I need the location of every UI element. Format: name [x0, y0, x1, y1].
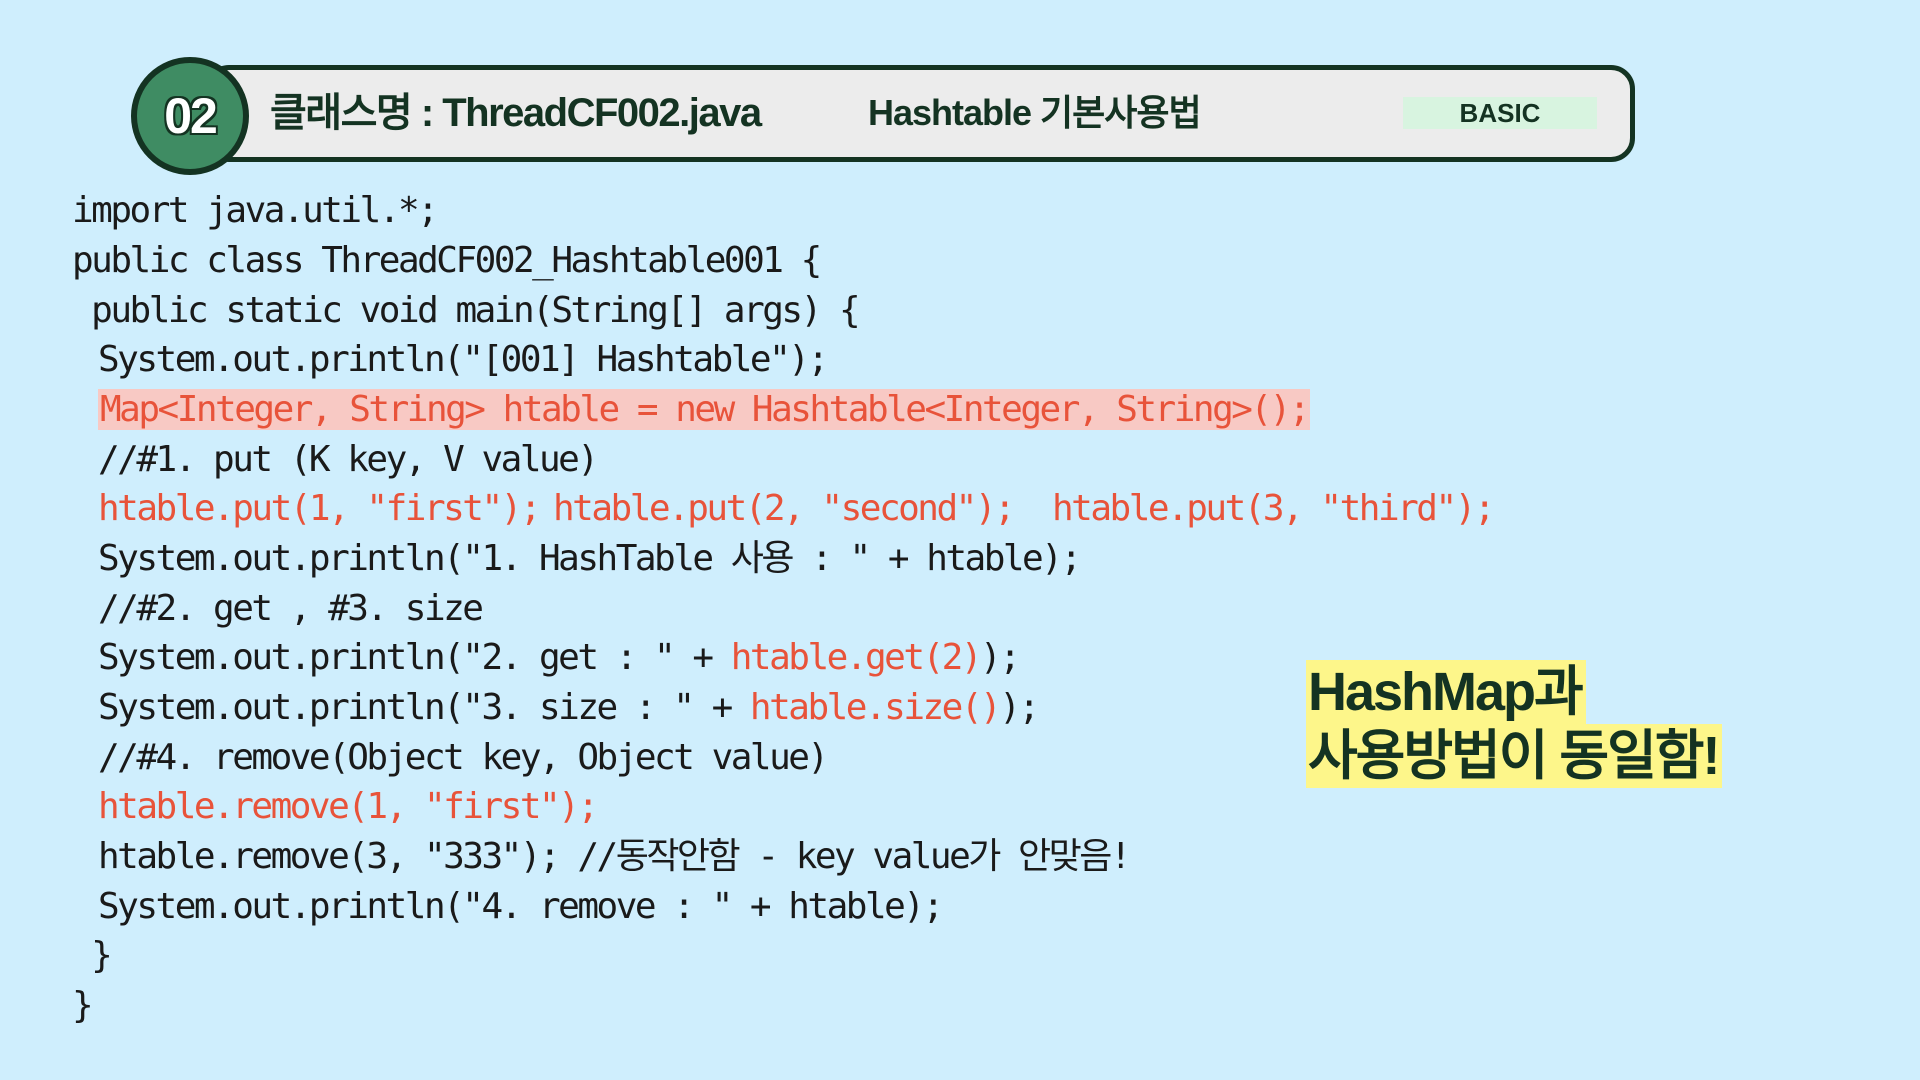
code-line-highlighted: htable.put(3, "third"); — [1052, 488, 1496, 529]
code-line: System.out.println("2. get : " + htable.… — [98, 635, 1021, 681]
code-line: System.out.println("1. HashTable 사용 : " … — [98, 538, 1082, 579]
code-segment: ); — [980, 637, 1021, 678]
code-segment: ); — [999, 687, 1040, 728]
code-line: } — [72, 935, 113, 976]
code-comment: //#2. get , #3. size — [98, 588, 484, 629]
code-line: htable.remove(3, "333"); //동작안함 - key va… — [98, 836, 1132, 877]
code-comment: //#4. remove(Object key, Object value) — [98, 737, 829, 778]
highlighted-code: Map<Integer, String> htable = new Hashta… — [98, 389, 1310, 430]
code-comment: //#1. put (K key, V value) — [98, 439, 599, 480]
highlighted-code: htable.size() — [749, 687, 1002, 728]
code-line: System.out.println("3. size : " + htable… — [98, 685, 1040, 731]
code-segment: System.out.println("2. get : " + — [98, 637, 731, 678]
code-block: import java.util.*; public class ThreadC… — [0, 0, 1920, 1080]
callout-line-1: HashMap과 — [1306, 660, 1586, 724]
highlighted-code: htable.get(2) — [730, 637, 983, 678]
code-line-highlighted: Map<Integer, String> htable = new Hashta… — [98, 387, 1310, 433]
callout-line-2: 사용방법이 동일함! — [1306, 724, 1723, 788]
code-line-highlighted: htable.put(2, "second"); — [553, 488, 1016, 529]
code-line: } — [72, 985, 94, 1026]
callout-note: HashMap과 사용방법이 동일함! — [1306, 660, 1723, 788]
code-segment: System.out.println("3. size : " + — [98, 687, 750, 728]
code-line-highlighted: htable.remove(1, "first"); — [98, 786, 599, 827]
code-line: System.out.println("4. remove : " + htab… — [98, 886, 944, 927]
code-line: import java.util.*; — [72, 190, 439, 231]
code-line-highlighted: htable.put(1, "first"); — [98, 488, 542, 529]
code-line: public class ThreadCF002_Hashtable001 { — [72, 240, 822, 281]
code-line: System.out.println("[001] Hashtable"); — [98, 339, 829, 380]
code-line: public static void main(String[] args) { — [72, 290, 860, 331]
